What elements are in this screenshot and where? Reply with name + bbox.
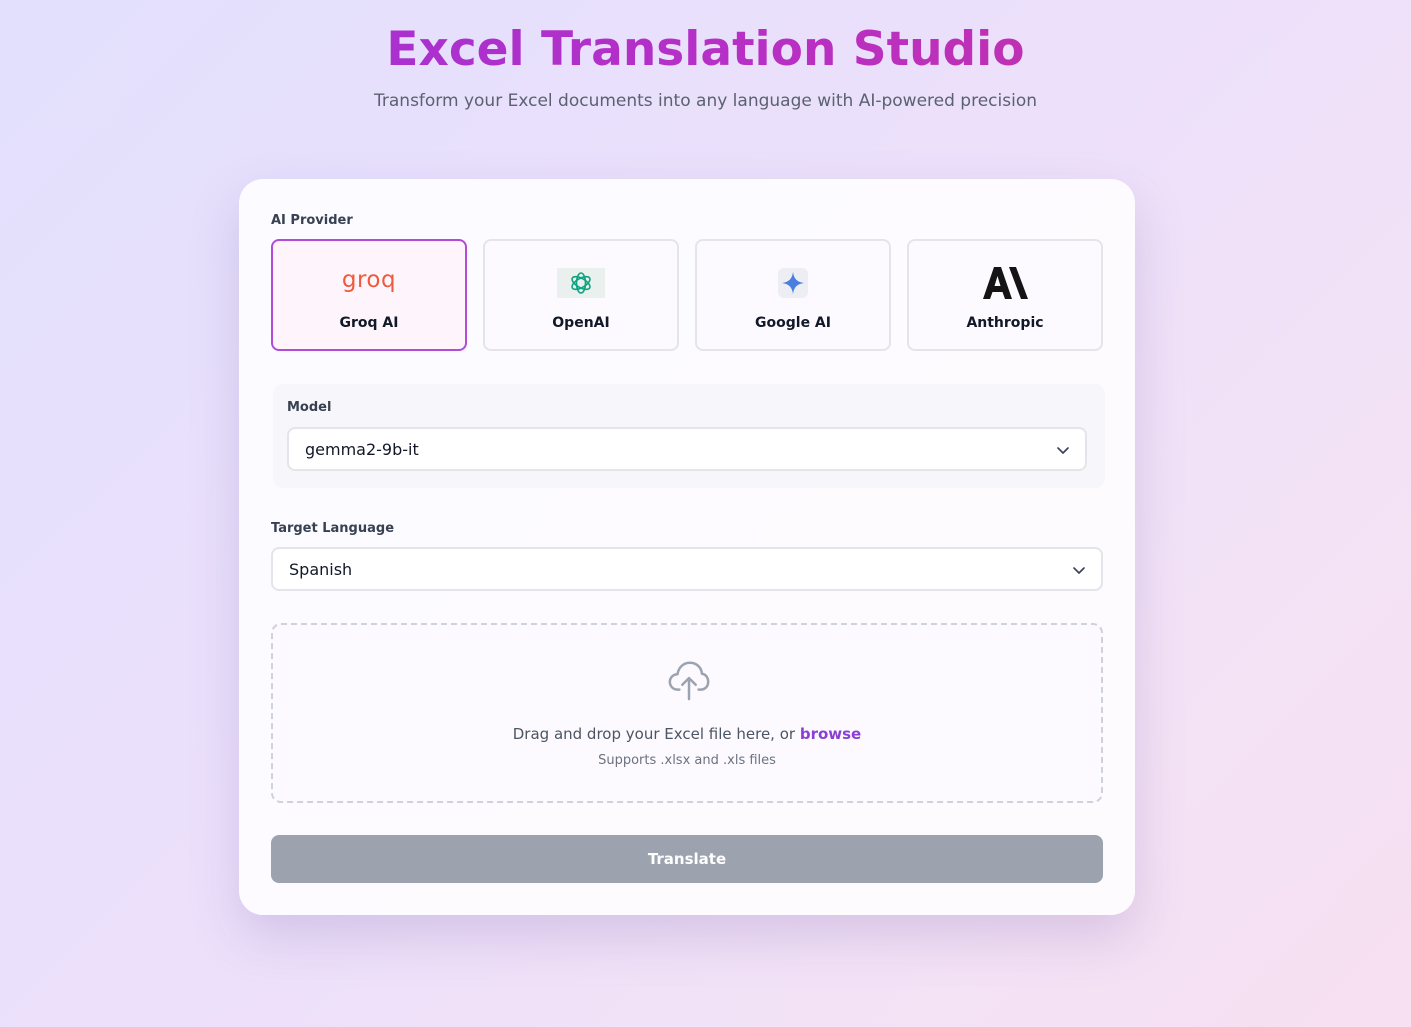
provider-card-groq[interactable]: groq Groq AI — [271, 239, 467, 351]
provider-name-anthropic: Anthropic — [966, 315, 1044, 331]
translation-card: AI Provider groq Groq AI OpenAI Google A… — [239, 179, 1135, 915]
model-select-value: gemma2-9b-it — [305, 440, 419, 459]
page-title: Excel Translation Studio — [0, 22, 1411, 77]
browse-link[interactable]: browse — [800, 725, 861, 743]
provider-card-google-ai[interactable]: Google AI — [695, 239, 891, 351]
dropzone-text: Drag and drop your Excel file here, or — [512, 725, 800, 743]
cloud-upload-icon — [668, 661, 710, 701]
translate-button[interactable]: Translate — [271, 835, 1103, 883]
chevron-down-icon — [1073, 567, 1085, 574]
ai-provider-label: AI Provider — [271, 213, 353, 228]
model-panel: Model gemma2-9b-it — [273, 384, 1105, 488]
dropzone-hint: Supports .xlsx and .xls files — [598, 753, 776, 768]
openai-logo-icon — [485, 265, 677, 301]
provider-name-groq: Groq AI — [339, 315, 399, 331]
provider-name-openai: OpenAI — [552, 315, 610, 331]
target-language-value: Spanish — [289, 560, 353, 579]
provider-card-anthropic[interactable]: Anthropic — [907, 239, 1103, 351]
target-language-label: Target Language — [271, 521, 395, 536]
groq-logo-icon: groq — [341, 267, 397, 293]
model-select[interactable]: gemma2-9b-it — [287, 427, 1087, 471]
model-label: Model — [287, 400, 332, 415]
anthropic-logo-icon — [909, 265, 1101, 301]
provider-card-openai[interactable]: OpenAI — [483, 239, 679, 351]
target-language-select[interactable]: Spanish — [271, 547, 1103, 591]
file-dropzone[interactable]: Drag and drop your Excel file here, or b… — [271, 623, 1103, 803]
chevron-down-icon — [1057, 447, 1069, 454]
google-ai-sparkle-icon — [697, 265, 889, 301]
dropzone-instructions: Drag and drop your Excel file here, or b… — [273, 725, 1101, 743]
provider-name-google-ai: Google AI — [755, 315, 831, 331]
page-subtitle: Transform your Excel documents into any … — [374, 91, 1037, 111]
